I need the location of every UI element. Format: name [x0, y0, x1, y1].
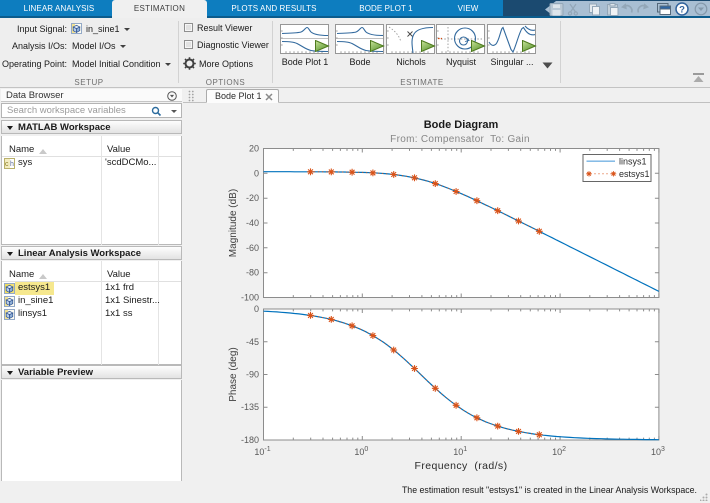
svg-text:-60: -60: [246, 243, 259, 253]
svg-text:-20: -20: [246, 193, 259, 203]
svg-text:-90: -90: [246, 370, 259, 380]
svg-text:linsys1: linsys1: [619, 157, 647, 167]
svg-text:-100: -100: [241, 293, 259, 303]
svg-text:-135: -135: [241, 402, 259, 412]
svg-text:?: ?: [679, 5, 685, 16]
svg-text:0: 0: [254, 168, 259, 178]
svg-text:Magnitude (dB): Magnitude (dB): [228, 189, 239, 257]
svg-text:c: c: [5, 161, 9, 168]
svg-text:h: h: [10, 161, 14, 168]
svg-text:-40: -40: [246, 218, 259, 228]
svg-text:-80: -80: [246, 268, 259, 278]
svg-text:-180: -180: [241, 435, 259, 445]
svg-text:Phase (deg): Phase (deg): [228, 347, 239, 401]
svg-text:-45: -45: [246, 337, 259, 347]
svg-text:Frequency (rad/s): Frequency (rad/s): [415, 460, 508, 472]
svg-text:estsys1: estsys1: [619, 169, 650, 179]
svg-text:0: 0: [254, 304, 259, 314]
svg-text:From: Compensator To: Gain: From: Compensator To: Gain: [390, 134, 530, 145]
svg-text:Bode Diagram: Bode Diagram: [424, 119, 499, 131]
svg-text:20: 20: [249, 144, 259, 154]
